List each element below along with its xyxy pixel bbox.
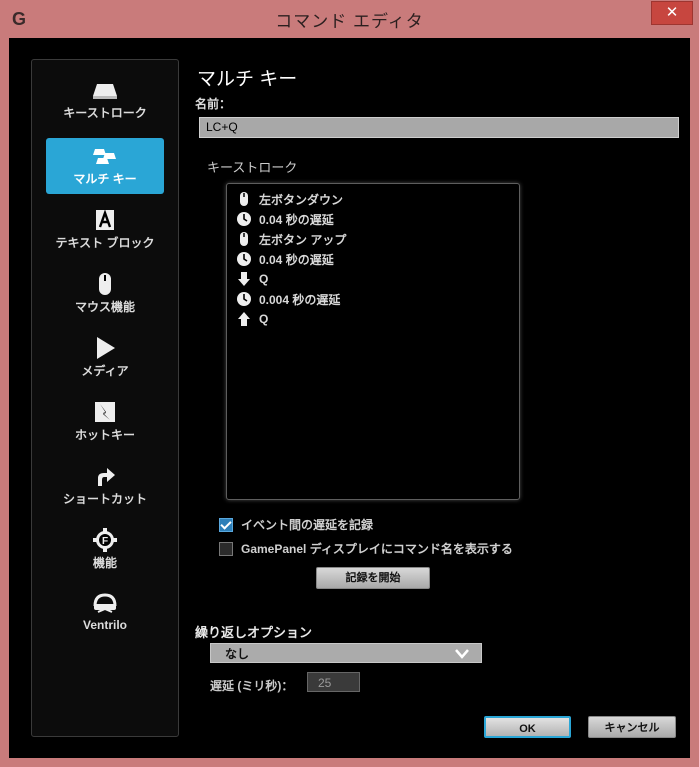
sidebar-item-label: マルチ キー <box>73 172 137 186</box>
list-item[interactable]: 0.04 秒の遅延 <box>237 250 334 268</box>
sidebar-item-function[interactable]: F 機能 <box>46 522 164 578</box>
sidebar-item-keystroke[interactable]: キーストローク <box>46 72 164 128</box>
record-delay-label: イベント間の遅延を記録 <box>241 518 374 532</box>
sidebar-item-multi-key[interactable]: マルチ キー <box>46 138 164 194</box>
delay-input[interactable]: 25 <box>307 672 360 692</box>
name-label: 名前： <box>195 97 232 111</box>
page-title: マルチ キー <box>197 69 298 90</box>
multi-key-icon <box>93 149 116 164</box>
chevron-down-icon <box>455 649 469 659</box>
name-input[interactable]: LC+Q <box>199 117 679 138</box>
clock-icon <box>237 252 251 266</box>
ok-button[interactable]: OK <box>484 716 571 738</box>
dialog-body: キーストローク マルチ キー テキスト ブロック マウス機能 メディア ホットキ… <box>9 38 690 758</box>
sidebar-item-label: ホットキー <box>74 428 135 442</box>
sidebar-item-label: キーストローク <box>63 106 147 120</box>
list-item[interactable]: 0.04 秒の遅延 <box>237 210 334 228</box>
close-button[interactable]: ✕ <box>651 1 693 25</box>
cancel-button[interactable]: キャンセル <box>588 716 676 738</box>
key-icon <box>93 84 117 99</box>
sidebar-item-label: マウス機能 <box>74 300 135 314</box>
repeat-options-label: 繰り返しオプション <box>195 625 313 640</box>
keystroke-text: 0.04 秒の遅延 <box>259 252 334 267</box>
sidebar-item-label: 機能 <box>92 556 117 570</box>
record-delay-checkbox[interactable] <box>219 517 233 532</box>
list-item[interactable]: 左ボタンダウン <box>237 190 343 208</box>
sidebar-item-ventrilo[interactable]: Ventrilo <box>46 586 164 642</box>
sidebar-item-label: メディア <box>81 364 129 378</box>
sidebar-item-shortcut[interactable]: ショートカット <box>46 458 164 514</box>
repeat-options-dropdown[interactable]: なし <box>210 643 482 663</box>
sidebar-item-media[interactable]: メディア <box>46 330 164 386</box>
record-delay-option[interactable]: イベント間の遅延を記録 <box>219 516 373 533</box>
function-gear-icon: F <box>93 528 117 552</box>
window-title: コマンド エディタ <box>275 12 424 31</box>
sidebar-item-text-block[interactable]: テキスト ブロック <box>46 202 164 258</box>
list-item[interactable]: Q <box>237 270 268 288</box>
keystroke-text: 0.004 秒の遅延 <box>259 292 341 307</box>
clock-icon <box>237 292 251 306</box>
list-item[interactable]: 0.004 秒の遅延 <box>237 290 340 308</box>
keystroke-text: 左ボタンダウン <box>259 192 344 207</box>
arrow-up-icon <box>238 312 250 326</box>
clock-icon <box>237 212 251 226</box>
gamepanel-label: GamePanel ディスプレイにコマンド名を表示する <box>241 542 513 556</box>
sidebar-item-mouse-function[interactable]: マウス機能 <box>46 266 164 322</box>
svg-text:F: F <box>102 536 108 547</box>
list-item[interactable]: 左ボタン アップ <box>237 230 346 248</box>
sidebar-item-label: Ventrilo <box>82 618 127 632</box>
mouse-icon <box>99 273 111 295</box>
keystroke-text: 左ボタン アップ <box>259 232 347 247</box>
hotkey-icon <box>95 402 115 422</box>
shortcut-arrow-icon <box>98 468 115 486</box>
mouse-icon <box>240 232 248 246</box>
keystroke-list[interactable]: 左ボタンダウン 0.04 秒の遅延 左ボタン アップ 0.04 秒の遅延 Q 0… <box>226 183 520 500</box>
delay-label: 遅延 (ミリ秒)： <box>210 679 294 693</box>
keystroke-list-label: キーストローク <box>207 160 298 175</box>
gamepanel-checkbox[interactable] <box>219 541 233 556</box>
repeat-options-value: なし <box>225 647 250 661</box>
headset-icon <box>93 593 117 613</box>
play-icon <box>97 337 115 359</box>
keystroke-text: Q <box>259 312 269 326</box>
mouse-icon <box>240 192 248 206</box>
sidebar-item-label: ショートカット <box>62 492 147 506</box>
command-type-sidebar: キーストローク マルチ キー テキスト ブロック マウス機能 メディア ホットキ… <box>31 59 179 737</box>
arrow-down-icon <box>238 272 250 286</box>
title-bar: G コマンド エディタ ✕ <box>0 0 699 38</box>
sidebar-item-label: テキスト ブロック <box>55 236 155 250</box>
gamepanel-option[interactable]: GamePanel ディスプレイにコマンド名を表示する <box>219 540 513 557</box>
start-recording-button[interactable]: 記録を開始 <box>316 567 430 589</box>
list-item[interactable]: Q <box>237 310 268 328</box>
text-a-icon <box>96 209 114 230</box>
keystroke-text: Q <box>259 272 269 286</box>
sidebar-item-hotkey[interactable]: ホットキー <box>46 394 164 450</box>
keystroke-text: 0.04 秒の遅延 <box>259 212 334 227</box>
